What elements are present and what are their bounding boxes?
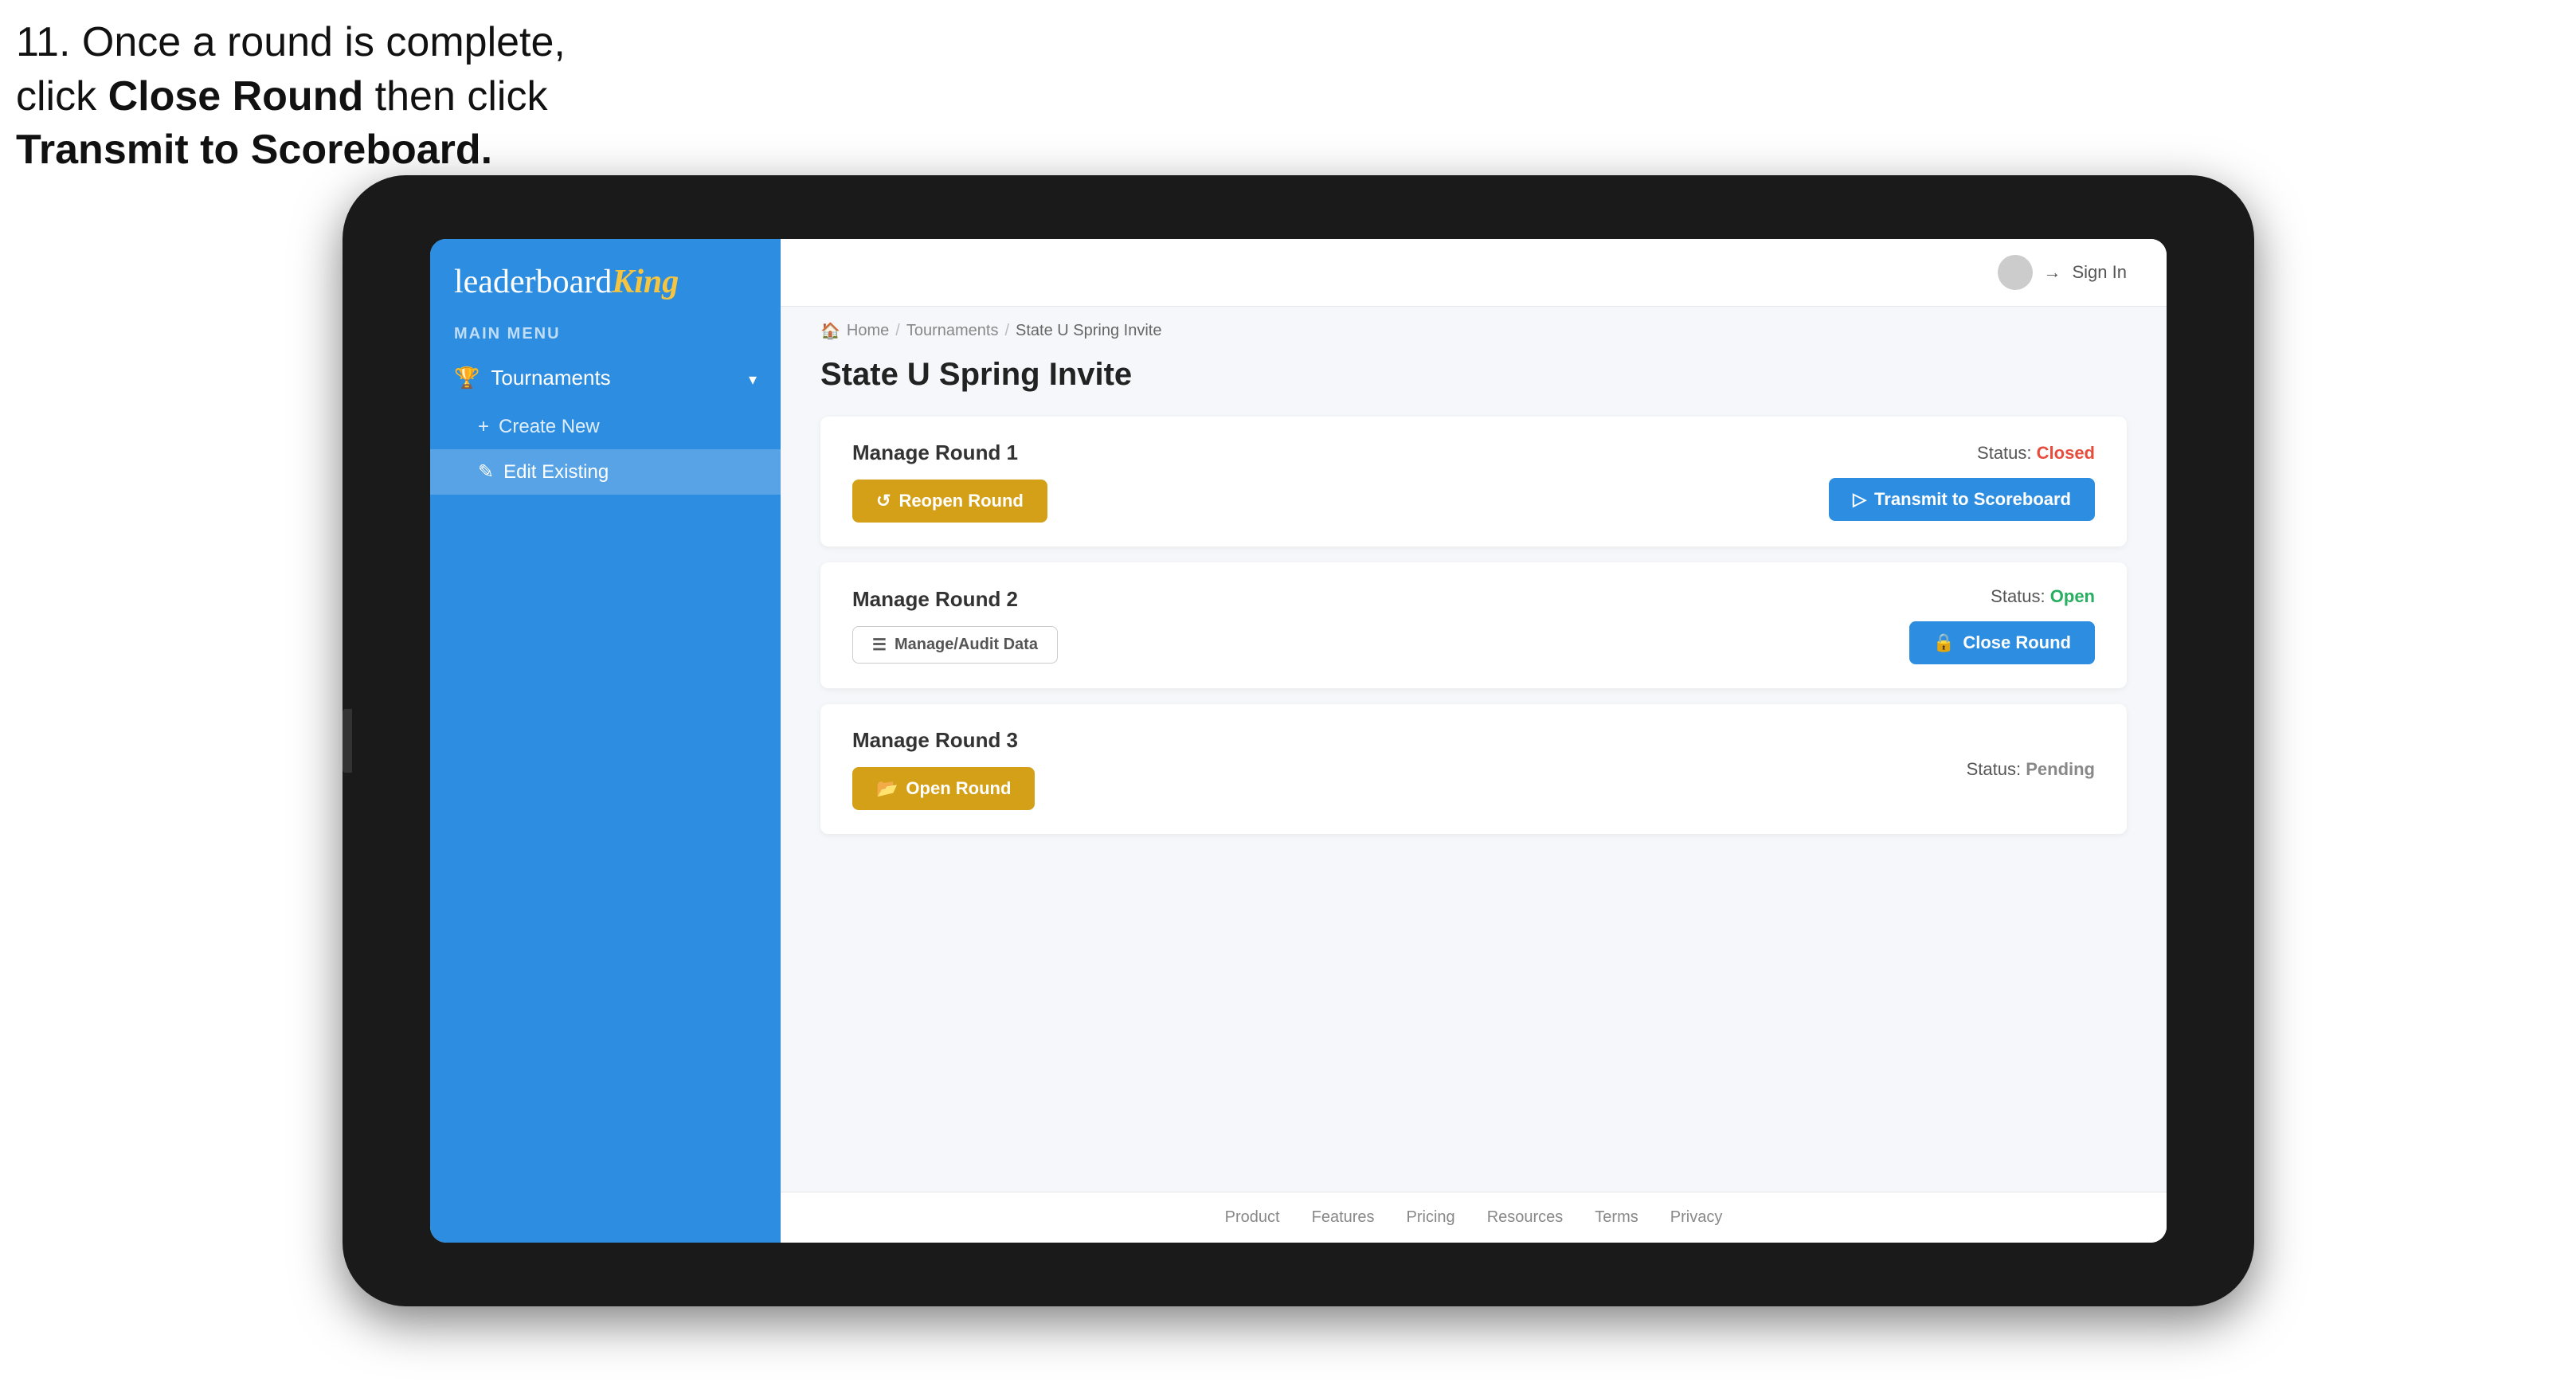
manage-icon: ☰	[872, 635, 887, 655]
round-2-row: Manage Round 2 ☰ Manage/Audit Data Statu…	[820, 562, 2127, 688]
main-content: → Sign In 🏠 Home / Tournaments / State U…	[781, 239, 2167, 1243]
page-title: State U Spring Invite	[820, 357, 2127, 393]
lock-icon: 🔒	[1933, 632, 1955, 653]
footer-features[interactable]: Features	[1312, 1208, 1375, 1227]
sidebar-item-tournaments[interactable]: 🏆 Tournaments	[430, 351, 781, 405]
manage-audit-button[interactable]: ☰ Manage/Audit Data	[852, 626, 1058, 664]
sidebar-item-left: 🏆 Tournaments	[454, 366, 611, 390]
create-new-label: Create New	[499, 416, 600, 438]
page-content: State U Spring Invite Manage Round 1 ↺ R…	[781, 341, 2167, 1192]
footer: Product Features Pricing Resources Terms…	[781, 1192, 2167, 1243]
breadcrumb-sep2: /	[1004, 322, 1009, 340]
round-3-label: Manage Round 3	[852, 728, 1035, 753]
breadcrumb: 🏠 Home / Tournaments / State U Spring In…	[781, 307, 2167, 341]
sidebar-edit-existing[interactable]: ✎ Edit Existing	[430, 449, 781, 495]
round-1-row: Manage Round 1 ↺ Reopen Round Status: Cl…	[820, 417, 2127, 546]
logo: leaderboardKing	[454, 263, 757, 301]
app-layout: leaderboardKing MAIN MENU 🏆 Tournaments …	[430, 239, 2167, 1243]
transmit-label: Transmit to Scoreboard	[1874, 489, 2071, 510]
folder-icon: 📂	[876, 778, 898, 799]
instruction-block: 11. Once a round is complete, click Clos…	[16, 16, 566, 178]
reopen-round-button[interactable]: ↺ Reopen Round	[852, 480, 1047, 523]
footer-privacy[interactable]: Privacy	[1670, 1208, 1723, 1227]
breadcrumb-tournaments[interactable]: Tournaments	[906, 322, 999, 340]
round-1-left: Manage Round 1 ↺ Reopen Round	[852, 440, 1047, 523]
breadcrumb-sep1: /	[895, 322, 900, 340]
reopen-icon: ↺	[876, 491, 891, 511]
round-3-status: Status: Pending	[1967, 759, 2095, 780]
reopen-round-label: Reopen Round	[898, 491, 1023, 511]
footer-resources[interactable]: Resources	[1487, 1208, 1564, 1227]
sidebar-create-new[interactable]: + Create New	[430, 405, 781, 449]
round-2-status: Status: Open	[1991, 586, 2095, 607]
edit-existing-label: Edit Existing	[503, 461, 609, 484]
open-round-button[interactable]: 📂 Open Round	[852, 767, 1035, 810]
sign-in-area: → Sign In	[1998, 255, 2128, 290]
round-2-left: Manage Round 2 ☰ Manage/Audit Data	[852, 587, 1058, 664]
tablet-screen: leaderboardKing MAIN MENU 🏆 Tournaments …	[430, 239, 2167, 1243]
footer-product[interactable]: Product	[1225, 1208, 1280, 1227]
close-round-button[interactable]: 🔒 Close Round	[1909, 621, 2095, 664]
transmit-to-scoreboard-button[interactable]: ▷ Transmit to Scoreboard	[1829, 478, 2095, 521]
sign-in-icon: →	[2044, 262, 2061, 283]
instruction-line2: click	[16, 73, 108, 119]
main-menu-label: MAIN MENU	[430, 317, 781, 351]
tablet-side-button	[343, 709, 352, 773]
sidebar-tournaments-label: Tournaments	[491, 366, 610, 390]
close-round-label: Close Round	[1963, 632, 2071, 653]
breadcrumb-current: State U Spring Invite	[1016, 322, 1161, 340]
breadcrumb-home[interactable]: Home	[847, 322, 889, 340]
round-1-right: Status: Closed ▷ Transmit to Scoreboard	[1829, 443, 2095, 521]
round-1-status: Status: Closed	[1977, 443, 2095, 464]
round-2-right: Status: Open 🔒 Close Round	[1909, 586, 2095, 664]
round-3-row: Manage Round 3 📂 Open Round Status: Pend…	[820, 704, 2127, 834]
sidebar-logo: leaderboardKing	[430, 239, 781, 317]
instruction-bold1: Close Round	[108, 73, 364, 119]
tablet-device: leaderboardKing MAIN MENU 🏆 Tournaments …	[343, 175, 2254, 1306]
avatar	[1998, 255, 2033, 290]
logo-king: King	[612, 264, 679, 300]
plus-icon: +	[478, 416, 489, 438]
chevron-down-icon	[749, 366, 757, 390]
open-round-label: Open Round	[906, 778, 1011, 799]
round-2-label: Manage Round 2	[852, 587, 1058, 612]
trophy-icon: 🏆	[454, 366, 480, 390]
sidebar: leaderboardKing MAIN MENU 🏆 Tournaments …	[430, 239, 781, 1243]
round-2-status-value: Open	[2050, 586, 2095, 606]
round-3-right: Status: Pending	[1967, 759, 2095, 780]
round-3-status-value: Pending	[2026, 759, 2095, 779]
round-1-status-value: Closed	[2037, 443, 2095, 463]
footer-terms[interactable]: Terms	[1595, 1208, 1638, 1227]
manage-audit-label: Manage/Audit Data	[895, 636, 1038, 654]
instruction-line1: 11. Once a round is complete,	[16, 19, 566, 65]
sign-in-label[interactable]: Sign In	[2073, 262, 2128, 283]
transmit-icon: ▷	[1853, 489, 1866, 510]
round-3-left: Manage Round 3 📂 Open Round	[852, 728, 1035, 810]
edit-icon: ✎	[478, 460, 494, 484]
round-1-label: Manage Round 1	[852, 440, 1047, 465]
top-bar: → Sign In	[781, 239, 2167, 307]
instruction-bold2: Transmit to Scoreboard.	[16, 127, 492, 173]
footer-pricing[interactable]: Pricing	[1407, 1208, 1455, 1227]
home-icon: 🏠	[820, 321, 840, 341]
instruction-line3: then click	[363, 73, 547, 119]
